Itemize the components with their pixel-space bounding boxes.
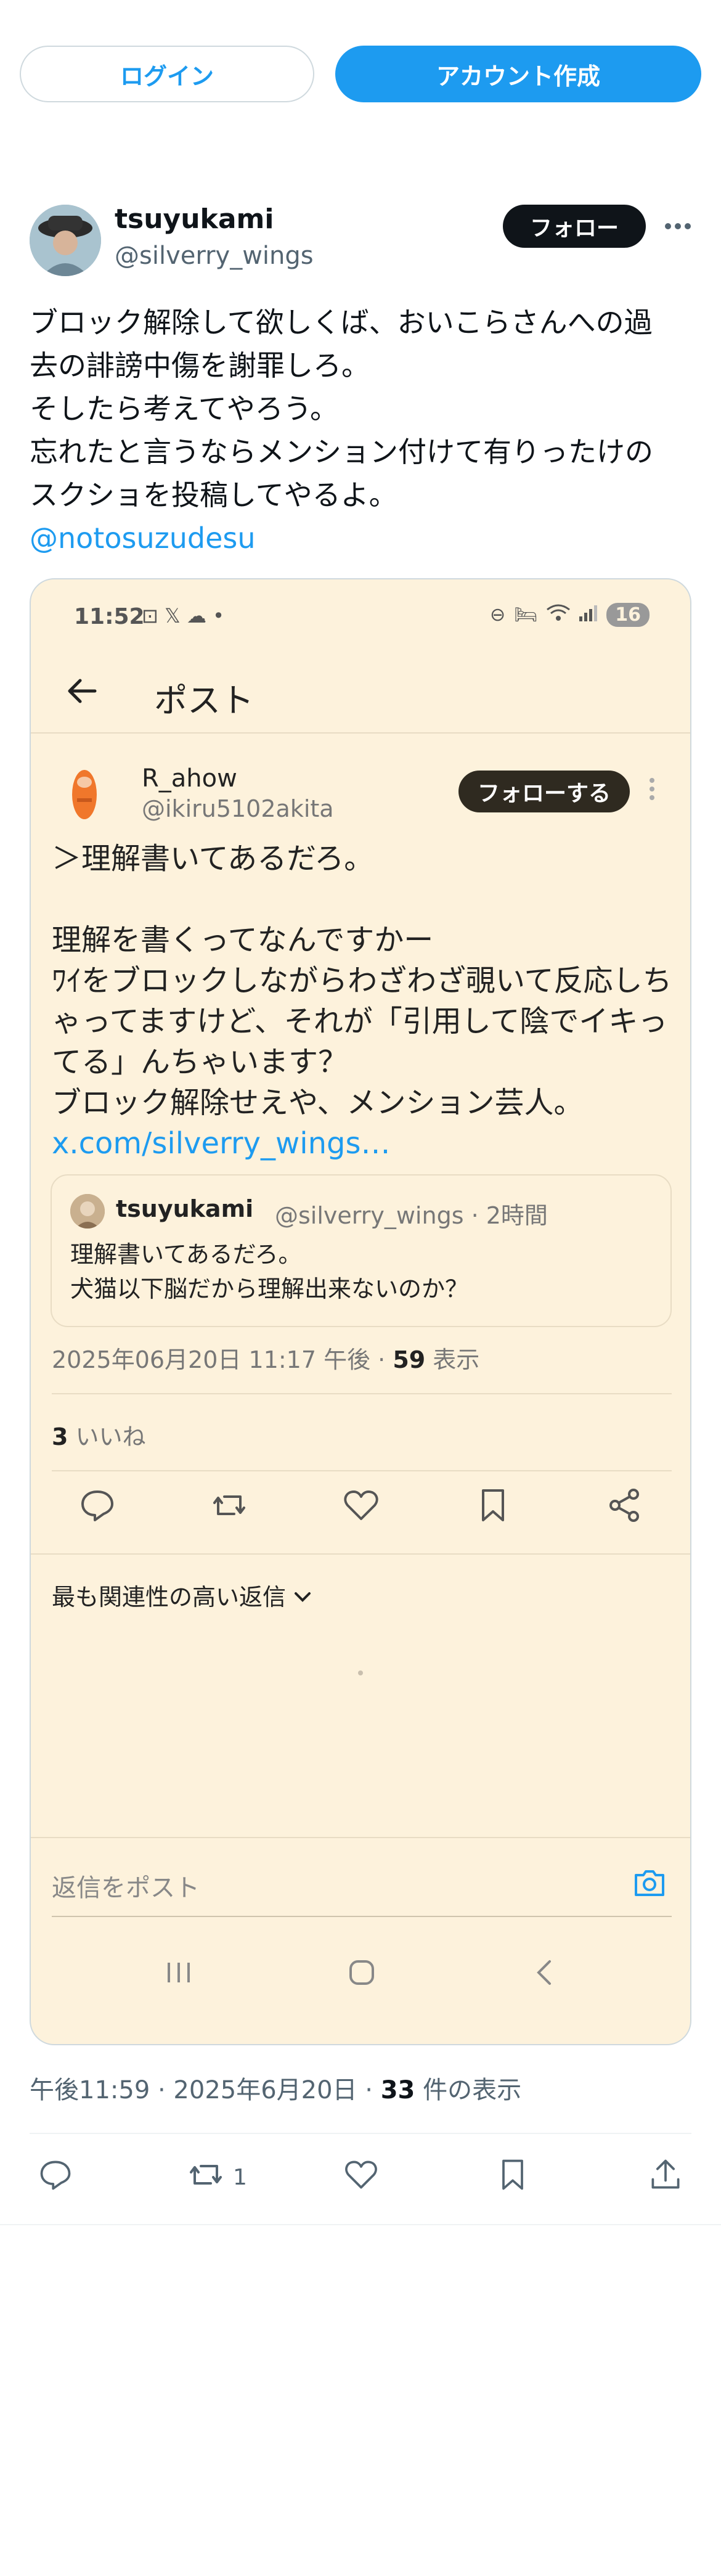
- mention-link[interactable]: @notosuzudesu: [30, 517, 701, 560]
- tweet-text-line: 忘れたと言うならメンション付けて有りったけの: [30, 435, 653, 468]
- divider: [30, 2133, 691, 2134]
- repost-button[interactable]: 1: [186, 2157, 247, 2197]
- home-icon: [343, 1954, 380, 1991]
- like-icon: [343, 2156, 380, 2199]
- bookmark-icon: [494, 2156, 531, 2199]
- inner-author-name: R_ahow: [142, 764, 237, 793]
- views-count: 33: [380, 2076, 415, 2104]
- quote-avatar: [70, 1194, 105, 1229]
- camera-icon: [631, 1864, 668, 1901]
- inner-text-line: ＞理解書いてあるだろ。: [52, 841, 374, 876]
- status-icons: ⊡ 𝕏 ☁ •: [142, 604, 224, 628]
- top-bar: ログイン アカウント作成: [0, 0, 721, 123]
- divider: [0, 2224, 721, 2225]
- like-button[interactable]: [343, 2157, 380, 2197]
- reply-bar: 返信をポスト: [52, 1855, 672, 1917]
- views-label: 件の表示: [415, 2076, 522, 2104]
- back-nav-icon: [526, 1954, 563, 1991]
- author-name[interactable]: tsuyukami: [115, 203, 274, 235]
- tweet-text-line: そしたら考えてやろう。: [30, 392, 338, 425]
- bookmark-button[interactable]: [494, 2157, 531, 2197]
- android-nav-bar: [31, 1936, 690, 2010]
- reply-icon: [78, 1486, 117, 1525]
- inner-avatar: [58, 761, 111, 823]
- inner-link: x.com/silverry_wings…: [52, 1126, 391, 1161]
- inner-text-line: てる」んちゃいます？: [52, 1045, 348, 1079]
- action-bar: 1: [0, 2157, 721, 2207]
- share-icon: [647, 2156, 684, 2199]
- follow-button[interactable]: フォロー: [503, 205, 646, 248]
- quote-text-line: 理解書いてあるだろ。: [70, 1241, 302, 1268]
- inner-text-line: 理解を書くってなんですかー: [52, 923, 434, 957]
- more-icon[interactable]: [659, 210, 696, 243]
- inner-author-handle: @ikiru5102akita: [142, 795, 334, 822]
- inner-follow-button: フォローする: [458, 771, 630, 812]
- tweet-time[interactable]: 午後11:59 · 2025年6月20日 ·: [30, 2076, 381, 2104]
- inner-text-line: ゃってますけど、それが「引用して陰でイキっ: [52, 1004, 668, 1039]
- status-time: 11:52: [74, 604, 145, 629]
- back-arrow-icon: [60, 669, 104, 713]
- divider: [52, 1393, 672, 1394]
- app-header: ポスト: [31, 647, 690, 734]
- status-right-icons: ⊖ 🛏 16: [490, 603, 650, 627]
- inner-likes-count: 3: [52, 1423, 68, 1450]
- signup-button[interactable]: アカウント作成: [335, 46, 701, 102]
- sleep-icon: 🛏: [514, 604, 538, 626]
- inner-views-label: 表示: [425, 1346, 480, 1373]
- inner-post-text: ＞理解書いてあるだろ。 理解を書くってなんですかー ﾜｲをブロックしながらわざわ…: [52, 838, 674, 1164]
- inner-text-line: [52, 879, 674, 920]
- quote-author-name: tsuyukami: [116, 1195, 254, 1222]
- reply-placeholder: 返信をポスト: [52, 1874, 200, 1902]
- divider: [31, 1837, 690, 1838]
- header-title: ポスト: [154, 681, 254, 720]
- divider: [52, 1470, 672, 1471]
- like-icon: [341, 1486, 381, 1525]
- repost-count: 1: [233, 2164, 247, 2190]
- inner-more-icon: [648, 777, 667, 810]
- share-button[interactable]: [647, 2157, 684, 2197]
- inner-views-count: 59: [393, 1346, 426, 1373]
- loading-indicator: [358, 1670, 363, 1675]
- wifi-icon: [546, 603, 571, 627]
- quote-author-handle: @silverry_wings · 2時間: [275, 1202, 548, 1229]
- inner-timestamp: 2025年06月20日 11:17 午後 · 59 表示: [52, 1341, 479, 1375]
- reply-sort-selector: 最も関連性の高い返信: [52, 1578, 312, 1612]
- signal-icon: [579, 604, 598, 626]
- tweet-text: ブロック解除して欲しくば、おいこらさんへの過 去の誹謗中傷を謝罪しろ。 そしたら…: [30, 301, 701, 560]
- repost-icon: [210, 1486, 249, 1525]
- chevron-down-icon: [293, 1582, 312, 1609]
- tweet-text-line: 去の誹謗中傷を謝罪しろ。: [30, 349, 370, 382]
- quote-text: 理解書いてあるだろ。 犬猫以下脳だから理解出来ないのか？: [70, 1237, 468, 1306]
- reply-button[interactable]: [37, 2157, 74, 2197]
- avatar[interactable]: [30, 205, 101, 276]
- inner-text-line: ブロック解除せえや、メンション芸人。: [52, 1086, 584, 1120]
- tweet-text-line: スクショを投稿してやるよ。: [30, 478, 397, 512]
- battery-badge: 16: [606, 603, 650, 627]
- inner-text-line: ﾜｲをブロックしながらわざわざ覗いて反応しち: [52, 963, 672, 998]
- inner-timestamp-text: 2025年06月20日 11:17 午後 ·: [52, 1346, 393, 1373]
- sort-label: 最も関連性の高い返信: [52, 1584, 287, 1611]
- quote-text-line: 犬猫以下脳だから理解出来ないのか？: [70, 1275, 469, 1302]
- attached-screenshot[interactable]: 11:52 ⊡ 𝕏 ☁ • ⊖ 🛏 16 ポスト R_ahow @ikiru51…: [30, 578, 691, 2045]
- status-bar: 11:52 ⊡ 𝕏 ☁ • ⊖ 🛏 16: [31, 579, 690, 647]
- quoted-post: tsuyukami @silverry_wings · 2時間 理解書いてあるだ…: [51, 1174, 672, 1327]
- inner-action-bar: [31, 1486, 690, 1535]
- dnd-icon: ⊖: [490, 604, 506, 626]
- tweet-meta: 午後11:59 · 2025年6月20日 · 33 件の表示: [30, 2070, 521, 2106]
- author-handle[interactable]: @silverry_wings: [115, 242, 314, 270]
- tweet-text-line: ブロック解除して欲しくば、おいこらさんへの過: [30, 306, 653, 339]
- reply-icon: [37, 2156, 74, 2199]
- bookmark-icon: [473, 1486, 513, 1525]
- divider: [31, 1553, 690, 1555]
- share-icon: [605, 1486, 645, 1525]
- inner-likes-label: いいね: [68, 1423, 146, 1450]
- repost-icon: [186, 2155, 226, 2200]
- recent-apps-icon: [160, 1954, 197, 1991]
- inner-likes: 3 いいね: [52, 1418, 146, 1452]
- login-button[interactable]: ログイン: [20, 46, 314, 102]
